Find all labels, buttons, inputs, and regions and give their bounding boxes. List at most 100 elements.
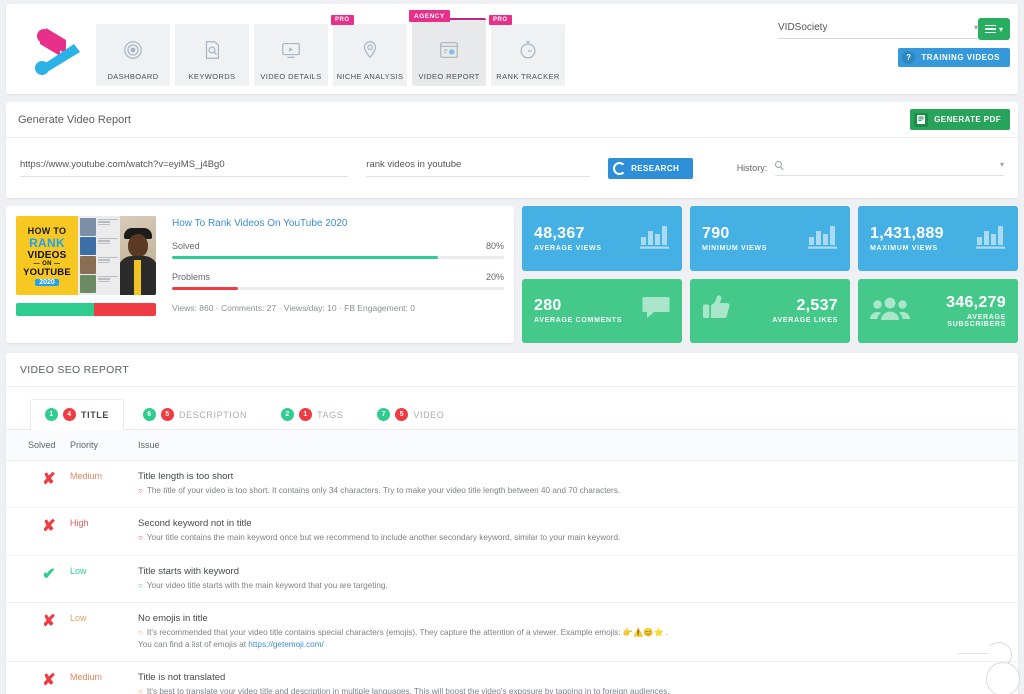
stat-caption: AVERAGE VIEWS	[534, 244, 602, 252]
video-info: How To Rank Videos On YouTube 2020 Solve…	[156, 216, 504, 333]
stat-card: 48,367 AVERAGE VIEWS	[522, 206, 682, 271]
stat-value: 790	[702, 224, 730, 242]
table-row: ✘ Medium Title is not translated ○ It's best…	[6, 661, 1018, 694]
training-videos-button[interactable]: ? TRAINING VIDEOS	[898, 48, 1010, 67]
stat-card: 790 MINIMUM VIEWS	[690, 206, 850, 271]
nav-tab-rank-tracker[interactable]: PRO RANK TRACKER	[489, 15, 565, 86]
location-pin-icon	[359, 39, 381, 66]
nav-tab-niche-analysis[interactable]: PRO NICHE ANALYSIS	[331, 15, 407, 86]
generate-pdf-button[interactable]: GENERATE PDF	[910, 109, 1010, 130]
training-videos-label: TRAINING VIDEOS	[921, 53, 1000, 62]
problems-count-badge: 5	[161, 408, 174, 421]
stat-caption: AVERAGE COMMENTS	[534, 317, 623, 325]
nav-tab-label: RANK TRACKER	[496, 72, 560, 81]
cross-icon: ✘	[42, 612, 56, 630]
problems-progress-fill	[172, 287, 239, 290]
solved-progress-fill	[172, 256, 438, 259]
nav-tab-label: VIDEO DETAILS	[260, 72, 322, 81]
generate-video-report-panel: Generate Video Report GENERATE PDF https…	[6, 102, 1018, 198]
history-select[interactable]: ▾	[775, 160, 1004, 176]
bullet-icon: ○	[138, 580, 143, 590]
thumb-line-2: RANK	[29, 235, 65, 250]
seo-tab-video[interactable]: 7 5 VIDEO	[362, 399, 459, 430]
cell-issue: Title length is too short ○ The title of y…	[138, 460, 1018, 509]
monitor-video-icon	[280, 39, 302, 66]
stat-text: 346,279 AVERAGE SUBSCRIBERS	[910, 294, 1006, 328]
problems-count-badge: 4	[63, 408, 76, 421]
seo-tab-label: VIDEO	[413, 409, 445, 420]
stat-caption: MINIMUM VIEWS	[702, 244, 768, 252]
account-select[interactable]: VIDSociety ▾	[778, 22, 978, 39]
nav-tab-label: NICHE ANALYSIS	[336, 72, 404, 81]
research-button[interactable]: RESEARCH	[608, 157, 693, 179]
chat-widget-button[interactable]	[986, 662, 1020, 694]
cell-issue: Title starts with keyword ○ Your video tit…	[138, 555, 1018, 603]
issue-link[interactable]: https://getemoji.com/	[248, 640, 324, 649]
video-thumbnail[interactable]: HOW TO RANK VIDEOS — ON — YOUTUBE 2020	[16, 216, 156, 295]
panel-title: Generate Video Report	[18, 113, 131, 126]
pro-badge: PRO	[489, 15, 512, 25]
problems-row: Problems 20%	[172, 272, 504, 282]
nav-tab-label: VIDEO REPORT	[418, 72, 480, 81]
issue-title: Title length is too short	[138, 471, 234, 482]
menu-button[interactable]: ▾	[978, 18, 1010, 40]
problems-progress-track	[172, 287, 504, 290]
bullet-icon: ○	[138, 627, 143, 637]
solved-label: Solved	[172, 241, 200, 251]
nav-tab-video-details[interactable]: VIDEO DETAILS	[254, 24, 328, 86]
problems-count-badge: 5	[395, 408, 409, 421]
thumbnail-area: HOW TO RANK VIDEOS — ON — YOUTUBE 2020	[16, 216, 156, 333]
top-navigation-bar: DASHBOARD KEYWORDS VIDEO DETAILS PRO NIC…	[6, 4, 1018, 94]
keyword-input[interactable]: rank videos in youtube	[366, 159, 591, 177]
seo-tab-title[interactable]: 1 4 TITLE	[30, 399, 124, 430]
stat-text: 280 AVERAGE COMMENTS	[534, 297, 642, 324]
table-row: ✘ High Second keyword not in title ○ Your ti…	[6, 507, 1018, 556]
issue-title: Title is not translated	[138, 672, 226, 684]
solved-count-badge: 6	[143, 408, 156, 421]
hamburger-icon	[984, 23, 996, 36]
nav-tab-dashboard[interactable]: DASHBOARD	[96, 24, 170, 86]
issue-description: ○ It's recommended that your video title …	[138, 627, 669, 637]
issue-description: ○ Your title contains the main keyword on…	[138, 533, 621, 543]
solved-count-badge: 2	[281, 408, 295, 421]
stat-value: 280	[534, 297, 562, 315]
nav-tab-video-report[interactable]: AGENCY VIDEO REPORT	[409, 10, 486, 86]
solved-problems-split-bar	[16, 303, 156, 316]
column-header-issue: Issue	[138, 430, 1018, 461]
panel-body: https://www.youtube.com/watch?v=eyiMS_j4…	[6, 138, 1018, 198]
nav-tab-keywords[interactable]: KEYWORDS	[175, 24, 249, 86]
thumb-line-1: HOW TO	[27, 225, 67, 236]
nav-tab-label: KEYWORDS	[188, 72, 236, 81]
bar-chart-icon	[640, 223, 670, 254]
issue-description: ○ The title of your video is too short. I…	[138, 486, 621, 495]
issue-description: ○ Your video title starts with the main k…	[138, 580, 388, 590]
stat-text: 790 MINIMUM VIEWS	[702, 225, 808, 252]
chevron-down-icon: ▾	[999, 160, 1004, 169]
problems-percent: 20%	[485, 272, 504, 282]
column-header-priority: Priority	[70, 430, 138, 461]
seo-tab-description[interactable]: 6 5 DESCRIPTION	[128, 399, 262, 430]
table-row: ✘ Low No emojis in title ○ It's recommended …	[6, 602, 1018, 663]
check-icon: ✔	[42, 565, 56, 583]
cell-solved: ✘	[6, 661, 70, 694]
stat-value: 48,367	[534, 224, 585, 242]
chevron-down-icon: ▾	[998, 24, 1003, 34]
pro-badge: PRO	[331, 15, 354, 25]
seo-tab-tags[interactable]: 2 1 TAGS	[266, 399, 358, 430]
search-icon	[775, 161, 783, 168]
cell-priority: High	[70, 507, 138, 556]
solved-count-badge: 7	[377, 408, 391, 421]
table-row: ✔ Low Title starts with keyword ○ Your video…	[6, 555, 1018, 603]
thumbs-up-icon	[702, 294, 732, 327]
report-gear-icon	[438, 39, 460, 66]
users-icon	[870, 295, 910, 326]
history-label: History:	[736, 163, 768, 173]
thumb-line-6: 2020	[35, 278, 59, 286]
video-title-link[interactable]: How To Rank Videos On YouTube 2020	[172, 218, 504, 229]
chat-connector-line	[958, 653, 988, 654]
thumb-line-5: YOUTUBE	[23, 266, 71, 278]
vidsociety-logo[interactable]	[30, 22, 92, 78]
cell-issue: No emojis in title ○ It's recommended that…	[138, 602, 1018, 663]
video-url-input[interactable]: https://www.youtube.com/watch?v=eyiMS_j4…	[20, 159, 349, 177]
video-meta: Views: 860 · Comments: 27 · Views/day: 1…	[172, 303, 415, 313]
